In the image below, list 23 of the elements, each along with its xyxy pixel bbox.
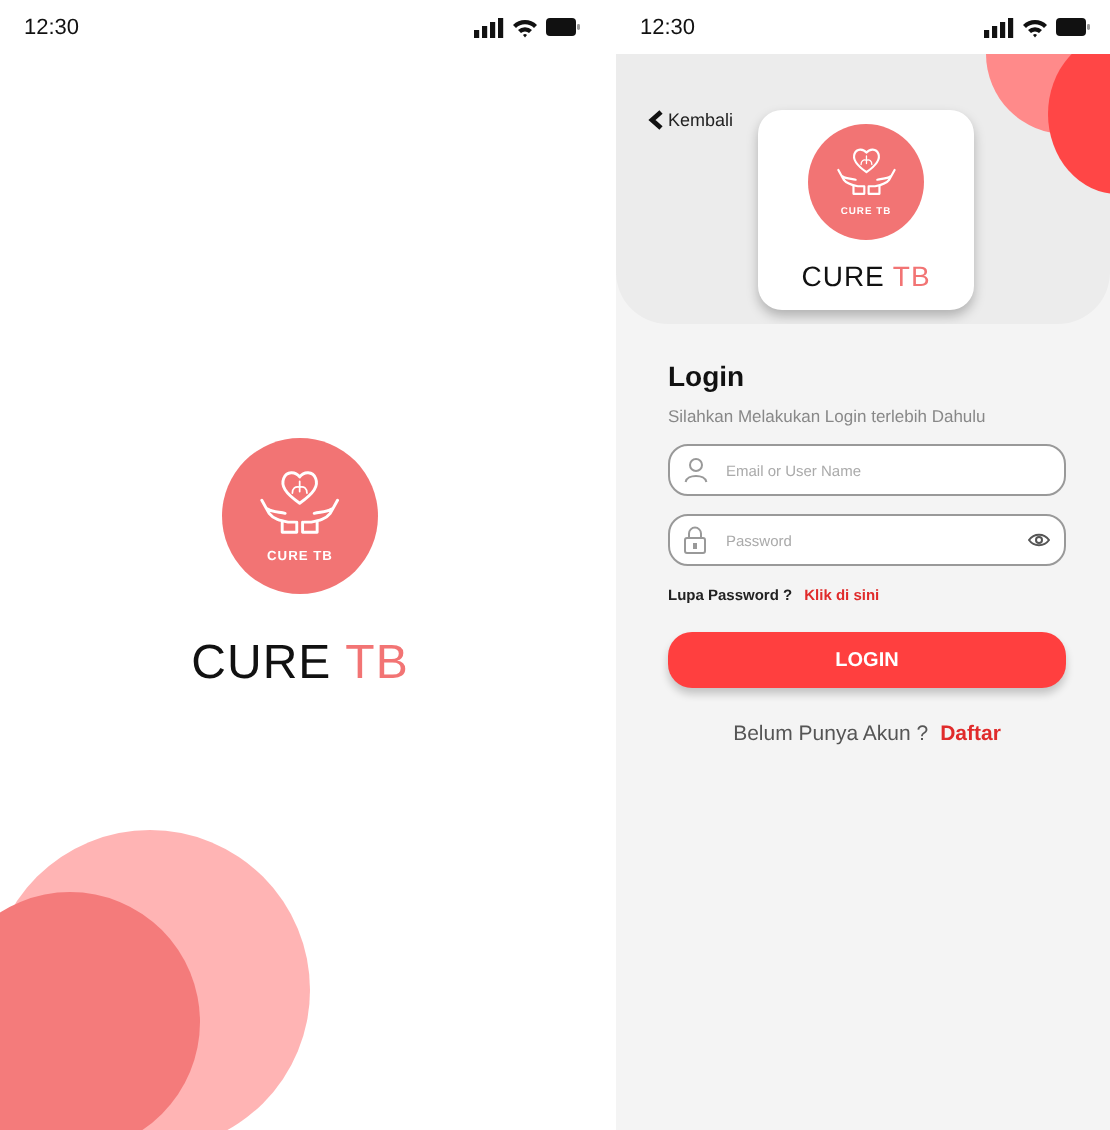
- back-button[interactable]: Kembali: [648, 110, 734, 130]
- battery-icon: [546, 18, 580, 36]
- brand-name: CURE: [191, 636, 332, 692]
- brand-name-accent: TB: [345, 636, 409, 692]
- brand-name-accent: TB: [892, 260, 931, 292]
- wifi-icon: [512, 17, 538, 37]
- wifi-icon: [1022, 17, 1048, 37]
- user-icon: [684, 457, 708, 483]
- battery-icon: [1056, 18, 1090, 36]
- back-chevron-icon: [648, 110, 664, 130]
- signal-icon: [984, 17, 1014, 37]
- brand-name: CURE: [801, 260, 885, 292]
- status-time: 12:30: [640, 15, 696, 39]
- login-button[interactable]: LOGIN: [668, 632, 1066, 688]
- lock-icon: [684, 526, 706, 554]
- login-subtitle: Silahkan Melakukan Login terlebih Dahulu: [668, 406, 988, 426]
- signal-icon: [474, 17, 504, 37]
- register-link[interactable]: Daftar: [940, 722, 1001, 746]
- login-title: Login: [668, 360, 747, 392]
- status-time: 12:30: [24, 15, 80, 39]
- register-prompt: Belum Punya Akun ?: [733, 722, 929, 746]
- heart-hands-icon: [833, 146, 899, 201]
- eye-icon[interactable]: [1028, 532, 1050, 548]
